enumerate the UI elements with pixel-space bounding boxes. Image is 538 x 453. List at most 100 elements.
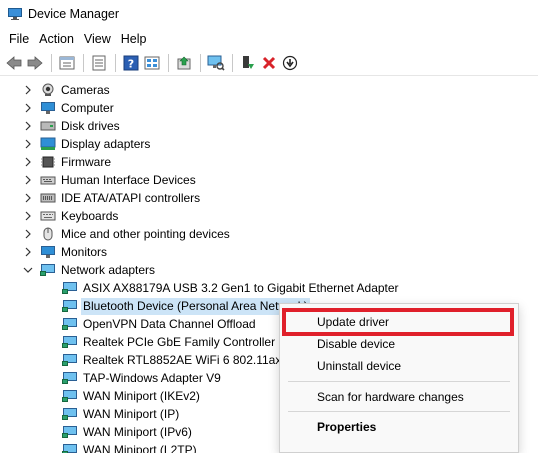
chevron-right-icon[interactable] [22, 153, 34, 171]
monitor-icon [40, 245, 56, 259]
network-adapter-icon [62, 299, 78, 313]
network-adapter-item[interactable]: WAN Miniport (IKEv2) [62, 387, 202, 405]
tree-label: IDE ATA/ATAPI controllers [61, 190, 201, 205]
network-adapter-icon [62, 425, 78, 439]
window-title: Device Manager [28, 7, 120, 21]
menu-file[interactable]: File [4, 28, 34, 50]
menu-separator [288, 381, 510, 382]
network-adapter-item[interactable]: Realtek RTL8852AE WiFi 6 802.11ax PC [62, 351, 303, 369]
menu-action[interactable]: Action [34, 28, 79, 50]
toolbar: ? [0, 50, 538, 76]
details-icon[interactable] [89, 53, 109, 73]
network-adapter-icon [62, 353, 78, 367]
toolbar-separator [232, 53, 233, 72]
tree-label: Bluetooth Device (Personal Area Network) [81, 297, 310, 315]
menu-bar: File Action View Help [0, 28, 538, 50]
tree-label: Mice and other pointing devices [61, 226, 230, 241]
chevron-right-icon[interactable] [22, 99, 34, 117]
download-icon[interactable] [280, 53, 300, 73]
menu-view[interactable]: View [79, 28, 116, 50]
toolbar-separator [83, 53, 84, 72]
tree-label: Realtek RTL8852AE WiFi 6 802.11ax PC [83, 352, 302, 367]
title-bar: Device Manager [0, 0, 538, 28]
tree-category-disk-drives[interactable]: Disk drives [22, 117, 122, 135]
network-adapter-icon [62, 335, 78, 349]
tree-category-hid[interactable]: Human Interface Devices [22, 171, 198, 189]
tree-category-monitors[interactable]: Monitors [22, 243, 109, 261]
network-adapter-item-selected[interactable]: Bluetooth Device (Personal Area Network) [62, 297, 310, 315]
tree-label: TAP-Windows Adapter V9 [83, 370, 221, 385]
tree-label: Network adapters [61, 262, 156, 277]
menu-item-scan-hardware[interactable]: Scan for hardware changes [280, 386, 518, 408]
toolbar-separator [168, 53, 169, 72]
keyboard-icon [40, 209, 56, 223]
tree-category-display-adapters[interactable]: Display adapters [22, 135, 152, 153]
tree-label: Monitors [61, 244, 108, 259]
enable-device-icon[interactable] [238, 53, 258, 73]
scan-hardware-icon[interactable] [206, 53, 226, 73]
tree-category-computer[interactable]: Computer [22, 99, 116, 117]
chevron-right-icon[interactable] [22, 171, 34, 189]
tree-category-cameras[interactable]: Cameras [22, 81, 112, 99]
chevron-right-icon[interactable] [22, 243, 34, 261]
tree-category-mice[interactable]: Mice and other pointing devices [22, 225, 232, 243]
tree-category-ide-controllers[interactable]: IDE ATA/ATAPI controllers [22, 189, 202, 207]
tree-label: WAN Miniport (IPv6) [83, 424, 192, 439]
menu-item-update-driver[interactable]: Update driver [280, 311, 518, 333]
view-icon[interactable] [142, 53, 162, 73]
tree-category-network-adapters[interactable]: Network adapters [22, 261, 157, 279]
ide-controller-icon [40, 191, 56, 205]
context-menu: Update driver Disable device Uninstall d… [279, 303, 519, 453]
tree-category-keyboards[interactable]: Keyboards [22, 207, 120, 225]
disk-drive-icon [40, 119, 56, 133]
menu-item-disable-device[interactable]: Disable device [280, 333, 518, 355]
tree-label: Keyboards [61, 208, 119, 223]
network-adapter-icon [62, 317, 78, 331]
network-adapter-item[interactable]: ASIX AX88179A USB 3.2 Gen1 to Gigabit Et… [62, 279, 401, 297]
toolbar-separator [51, 53, 52, 72]
back-arrow-icon[interactable] [4, 53, 24, 73]
network-adapter-item[interactable]: WAN Miniport (IP) [62, 405, 181, 423]
camera-icon [40, 83, 56, 97]
properties-icon[interactable] [57, 53, 77, 73]
tree-label: OpenVPN Data Channel Offload [83, 316, 256, 331]
network-adapter-item[interactable]: TAP-Windows Adapter V9 [62, 369, 223, 387]
firmware-icon [40, 155, 56, 169]
mouse-icon [40, 227, 56, 241]
network-adapter-item[interactable]: WAN Miniport (IPv6) [62, 423, 194, 441]
chevron-right-icon[interactable] [22, 207, 34, 225]
tree-category-firmware[interactable]: Firmware [22, 153, 113, 171]
chevron-right-icon[interactable] [22, 117, 34, 135]
tree-label: WAN Miniport (IKEv2) [83, 388, 200, 403]
help-icon[interactable]: ? [121, 53, 141, 73]
menu-item-properties[interactable]: Properties [280, 416, 518, 438]
tree-label: WAN Miniport (L2TP) [83, 442, 197, 453]
network-adapter-item[interactable]: Realtek PCIe GbE Family Controller [62, 333, 277, 351]
menu-separator [288, 411, 510, 412]
computer-icon [40, 101, 56, 115]
svg-text:?: ? [128, 57, 134, 70]
menu-help[interactable]: Help [116, 28, 152, 50]
network-adapter-item[interactable]: OpenVPN Data Channel Offload [62, 315, 258, 333]
network-adapter-icon [62, 389, 78, 403]
toolbar-separator [115, 53, 116, 72]
forward-arrow-icon[interactable] [25, 53, 45, 73]
chevron-right-icon[interactable] [22, 81, 34, 99]
network-adapter-item[interactable]: WAN Miniport (L2TP) [62, 441, 199, 453]
device-manager-icon [8, 8, 22, 20]
chevron-down-icon[interactable] [22, 261, 34, 279]
tree-label: ASIX AX88179A USB 3.2 Gen1 to Gigabit Et… [83, 280, 399, 295]
tree-label: Computer [61, 100, 114, 115]
network-adapter-icon [62, 281, 78, 295]
tree-label: Cameras [61, 82, 110, 97]
tree-label: Display adapters [61, 136, 151, 151]
menu-item-uninstall-device[interactable]: Uninstall device [280, 355, 518, 377]
chevron-right-icon[interactable] [22, 135, 34, 153]
chevron-right-icon[interactable] [22, 225, 34, 243]
hid-icon [40, 173, 56, 187]
update-driver-icon[interactable] [174, 53, 194, 73]
network-adapter-icon [62, 407, 78, 421]
network-adapter-icon [62, 443, 78, 453]
uninstall-icon[interactable] [259, 53, 279, 73]
chevron-right-icon[interactable] [22, 189, 34, 207]
